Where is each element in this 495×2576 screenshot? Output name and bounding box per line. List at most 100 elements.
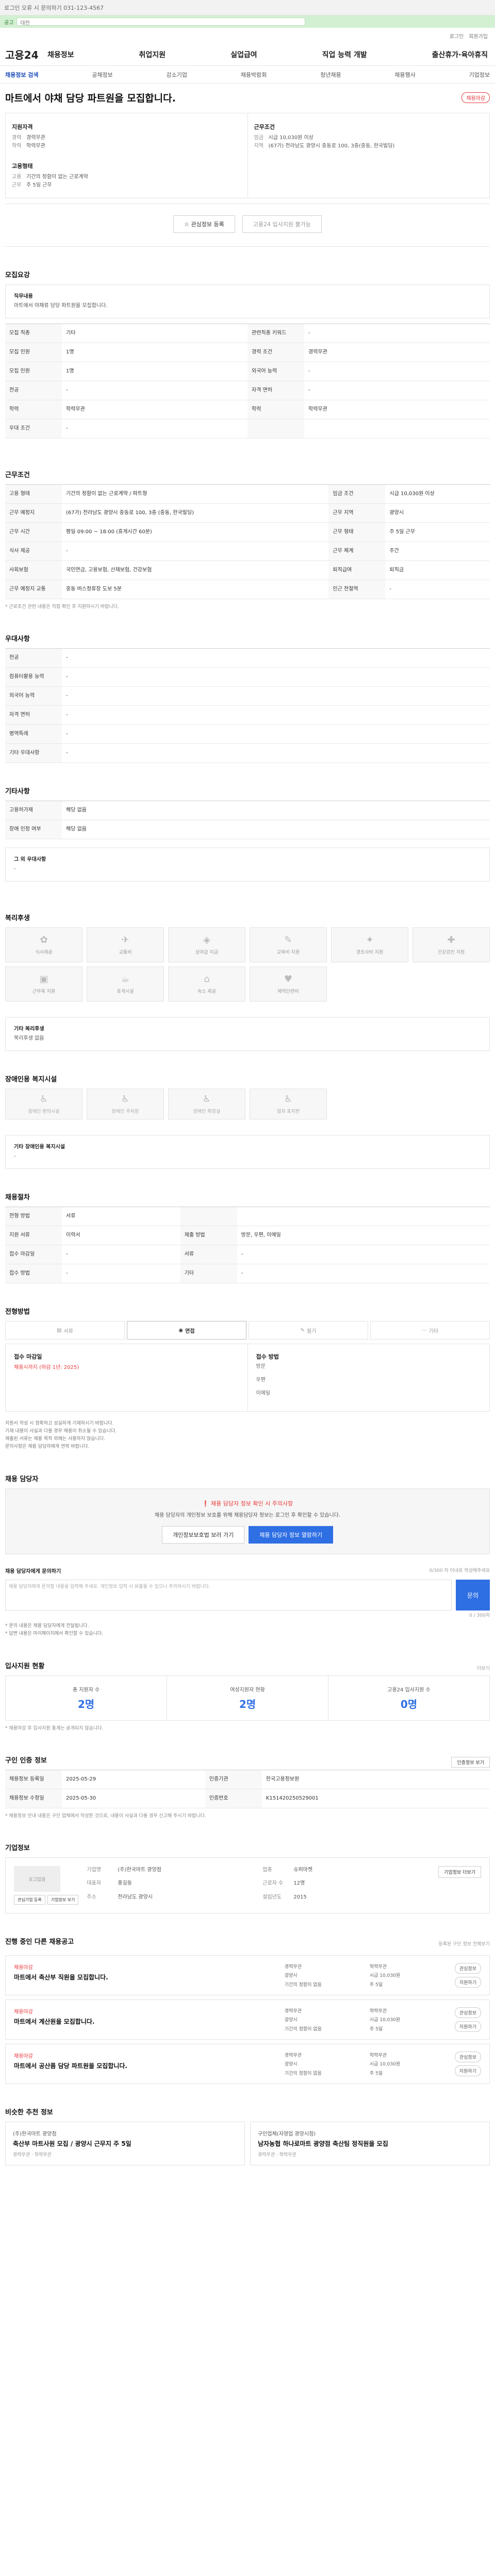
work-table: 고용 형태 기간의 정함이 없는 근로계약 / 파트형 임금 조건 시급 10,030…: [5, 484, 490, 599]
kv-key: 고용: [12, 174, 22, 180]
subnav-item[interactable]: 채용정보 검색: [5, 71, 39, 79]
etc-extra-heading: 그 외 우대사항: [14, 857, 46, 862]
gnb-leave[interactable]: 출산휴가·육아휴직: [432, 49, 488, 60]
table-key: 자격 면허: [248, 381, 304, 400]
related-interest-button[interactable]: 관심정보: [454, 1963, 481, 1974]
recommend-card[interactable]: 구인업체(자영업 광양시점) 남자농협 하나로마트 광양점 축산팀 정직원을 모집…: [250, 2122, 490, 2165]
table-value: -: [385, 580, 490, 599]
related-item[interactable]: 채용마감 마트에서 계산원을 모집합니다. 경력무관 학력무관 광양시 시급 10,030…: [5, 1999, 490, 2040]
gnb-training[interactable]: 직업 능력 개발: [322, 49, 367, 60]
disability-item: ♿ 점자 표지판: [250, 1089, 327, 1120]
stats-section: 입사지원 현황 더보기 총 지원자 수 2명 여성지원자 현황 2명 고용24 입사…: [5, 1638, 490, 1732]
kv-value: 기간의 정함이 없는 근로계약: [26, 174, 88, 180]
apply-button[interactable]: 고용24 입사지원 불가능: [242, 215, 322, 233]
related-item[interactable]: 채용마감 마트에서 공산품 담당 파트원을 모집합니다. 경력무관 학력무관 광양시 시급…: [5, 2044, 490, 2084]
table-key: 근무 체계: [328, 541, 386, 561]
recruit-section: 모집요강 직무내용 마트에서 야채류 담당 파트원을 모집합니다. 모집 직종 기…: [5, 247, 490, 438]
corp-section: 기업정보 로고없음 관심기업 등록 기업정보 보기 기업명 (주)한국마트 광양점…: [5, 1820, 490, 1913]
subnav-item[interactable]: 청년채용: [320, 71, 341, 79]
login-link[interactable]: 로그인: [450, 32, 464, 40]
kv-value: 학력무관: [26, 143, 45, 149]
subnav-item[interactable]: 강소기업: [167, 71, 187, 79]
stat-label: 고용24 입사지원 수: [387, 1687, 431, 1693]
duty-box: 직무내용 마트에서 야채류 담당 파트원을 모집합니다.: [5, 284, 490, 318]
table-key: 모집 인원: [5, 343, 62, 362]
kv-value: 2015: [293, 1894, 307, 1900]
related-title[interactable]: 마트에서 축산부 직원을 모집합니다.: [14, 1973, 285, 1981]
question-input[interactable]: 채용 담당자에게 문의할 내용을 입력해 주세요. 개인정보 입력 시 유출될 …: [5, 1580, 452, 1611]
subnav-item[interactable]: 채용박람회: [241, 71, 267, 79]
kv-key: 주소: [87, 1894, 96, 1900]
gnb-unemployment[interactable]: 실업급여: [230, 49, 257, 60]
kv-key: 기업명: [87, 1867, 102, 1873]
gnb-jobs[interactable]: 채용정보: [47, 49, 74, 60]
question-notes: * 문의 내용은 채용 담당자에게 전달됩니다. * 답변 내용은 마이페이지에…: [5, 1622, 490, 1638]
disability-label: 장애인 주차장: [111, 1109, 139, 1114]
welfare-label: 숙소 제공: [197, 989, 216, 994]
contact-notice: 채용 담당자 정보 확인 시 주의사항: [211, 1500, 293, 1507]
related-interest-button[interactable]: 관심정보: [454, 2052, 481, 2062]
subnav-item[interactable]: 기업정보: [469, 71, 490, 79]
step-other: ⋯ 기타: [370, 1321, 490, 1340]
subnav-item[interactable]: 공채정보: [92, 71, 112, 79]
summary-heading: 근무조건: [254, 124, 275, 130]
welfare-item: ✚ 건강검진 지원: [412, 927, 490, 962]
disability-section: 장애인용 복지시설 ♿ 장애인 편의시설 ♿ 장애인 주차장 ♿ 장애인 화장실 ♿ 점자 표…: [5, 1051, 490, 1169]
prefer-table: 전공 - 컴퓨터활용 능력 - 외국어 능력 - 자격 면허 - 병역특례 - 기타 우대사항 -: [5, 648, 490, 763]
table-key: 기타: [180, 1264, 237, 1283]
related-apply-button[interactable]: 지원하기: [454, 1977, 481, 1988]
table-key: 고용허가제: [5, 801, 62, 820]
privacy-law-button[interactable]: 개인정보보호법 보러 가기: [161, 1526, 245, 1544]
gnb-support[interactable]: 취업지원: [139, 49, 166, 60]
welfare-item: ✦ 경조사비 지원: [331, 927, 408, 962]
table-value: 주 5일 근무: [385, 522, 490, 542]
corp-more-button[interactable]: 기업정보 보기: [47, 1895, 79, 1905]
section-title: 근무조건: [5, 471, 30, 479]
question-header: 채용 담당자에게 문의하기 0/300 자 이내로 작성해주세요: [5, 1567, 490, 1574]
subnav-item[interactable]: 채용행사: [394, 71, 415, 79]
interest-button[interactable]: ☆ 관심정보 등록: [173, 215, 235, 233]
kv-key: 지역: [254, 143, 263, 149]
action-buttons: ☆ 관심정보 등록 고용24 입사지원 불가능: [5, 204, 490, 247]
recommend-card[interactable]: (주)한국마트 광양점 축산부 마트사원 모집 / 광양시 근무지 주 5일 경력무…: [5, 2122, 245, 2165]
note-item: 지원서 작성 시 정확하고 성실하게 기재하시기 바랍니다.: [5, 1421, 114, 1426]
table-value: 한국고용정보원: [261, 1770, 490, 1789]
disability-label: 장애인 편의시설: [28, 1109, 60, 1114]
table-key: 채용정보 수정일: [5, 1789, 62, 1808]
related-more-link[interactable]: 등록된 구인 정보 전체보기: [438, 1940, 490, 1947]
work-note: * 근로조건 관련 내용은 직접 확인 후 지원하시기 바랍니다.: [5, 604, 119, 609]
related-title[interactable]: 마트에서 계산원을 모집합니다.: [14, 2017, 285, 2026]
table-row: 모집 직종 기타 관련직종 키워드 -: [5, 324, 490, 343]
recommend-title[interactable]: 남자농협 하나로마트 광양점 축산팀 정직원을 모집: [258, 2139, 482, 2148]
signup-link[interactable]: 회원가입: [469, 32, 488, 40]
welfare-icon: ◈: [203, 935, 210, 945]
corp-detail-button[interactable]: 기업정보 더보기: [438, 1866, 481, 1878]
related-title[interactable]: 마트에서 공산품 담당 파트원을 모집합니다.: [14, 2061, 285, 2070]
reg-more-button[interactable]: 인증정보 보기: [451, 1757, 490, 1768]
kv-value: 전라남도 광양시: [118, 1894, 153, 1900]
follow-corp-button[interactable]: 관심기업 등록: [14, 1895, 45, 1905]
welfare-item: ☕ 휴게시설: [87, 967, 164, 1002]
view-contact-button[interactable]: 채용 담당자 정보 열람하기: [249, 1526, 334, 1544]
table-value: 2025-05-30: [62, 1789, 205, 1808]
recommend-title[interactable]: 축산부 마트사원 모집 / 광양시 근무지 주 5일: [13, 2139, 237, 2148]
site-logo[interactable]: 고용24: [5, 47, 47, 62]
welfare-item: ◈ 상여금 지급: [168, 927, 245, 962]
related-item[interactable]: 채용마감 마트에서 축산부 직원을 모집합니다. 경력무관 학력무관 광양시 시급 10,…: [5, 1955, 490, 1995]
related-list: 채용마감 마트에서 축산부 직원을 모집합니다. 경력무관 학력무관 광양시 시급 10,…: [5, 1955, 490, 2084]
duty-text: 마트에서 야채류 담당 파트원을 모집합니다.: [14, 303, 108, 309]
related-attr: 학력무관: [369, 2009, 387, 2014]
welfare-icon: ✿: [40, 935, 48, 945]
search-input[interactable]: 대전: [16, 18, 306, 26]
table-row: 전공 -: [5, 648, 490, 668]
welfare-note-heading: 기타 복리후생: [14, 1026, 44, 1032]
stats-more-link[interactable]: 더보기: [477, 1665, 490, 1671]
apply-method-item: 우편: [256, 1377, 266, 1383]
related-interest-button[interactable]: 관심정보: [454, 2007, 481, 2018]
table-key: 접수 마감일: [5, 1245, 62, 1264]
search-badge: 공고: [4, 20, 14, 26]
related-apply-button[interactable]: 지원하기: [454, 2065, 481, 2076]
question-submit-button[interactable]: 문의: [456, 1580, 490, 1611]
related-apply-button[interactable]: 지원하기: [454, 2021, 481, 2032]
recommend-section: 비슷한 추천 정보 (주)한국마트 광양점 축산부 마트사원 모집 / 광양시 근…: [5, 2084, 490, 2186]
